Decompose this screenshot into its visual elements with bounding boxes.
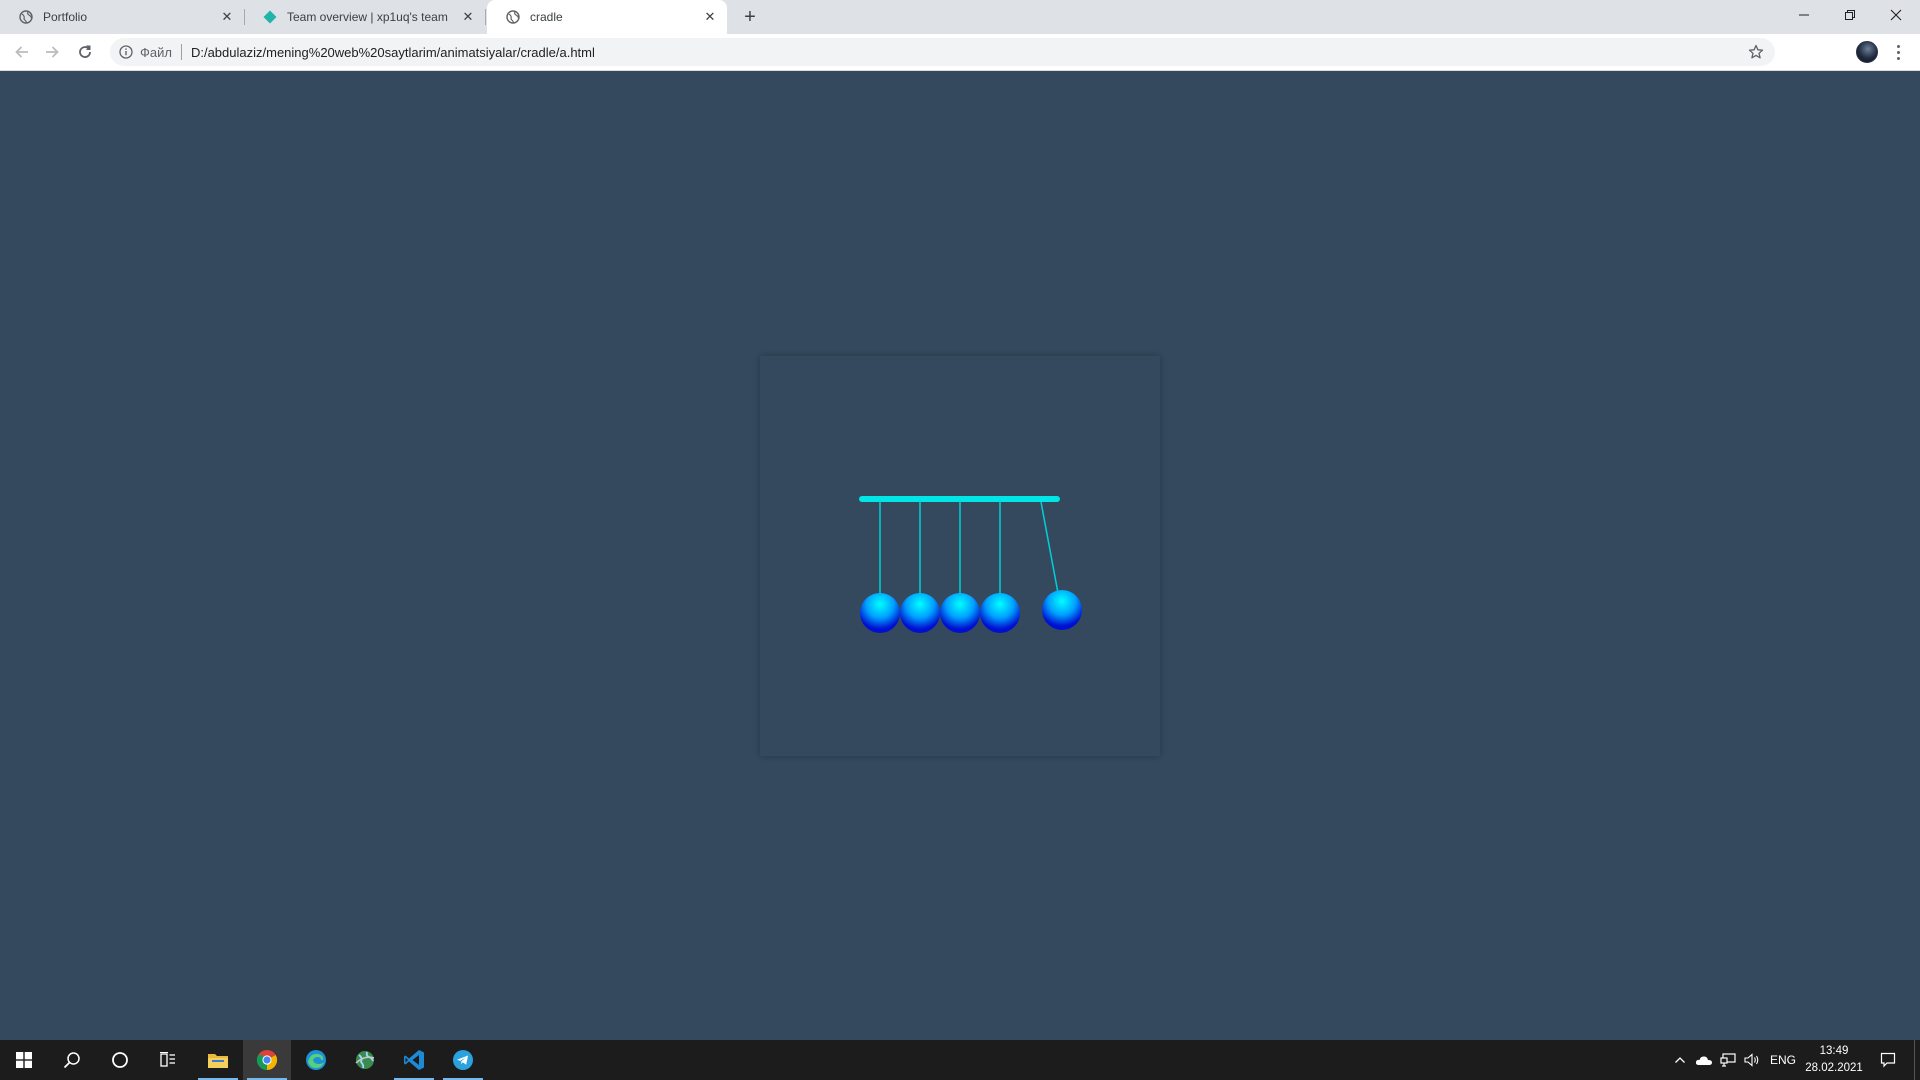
close-icon[interactable] xyxy=(1873,0,1919,30)
omnibox-divider xyxy=(180,44,182,60)
netlify-icon xyxy=(262,9,278,25)
chrome-icon[interactable] xyxy=(243,1040,291,1080)
tab-title: cradle xyxy=(530,10,563,24)
tab-title: Portfolio xyxy=(43,10,88,24)
chevron-up-icon[interactable] xyxy=(1670,1040,1690,1080)
close-icon[interactable]: ✕ xyxy=(701,8,719,26)
tab-strip: Portfolio ✕ Team overview | xp1uq's team… xyxy=(0,0,1920,34)
cortana-icon[interactable] xyxy=(96,1040,144,1080)
vscode-icon[interactable] xyxy=(390,1040,438,1080)
plus-icon[interactable]: + xyxy=(738,5,762,29)
cradle-ball-5 xyxy=(1040,501,1082,630)
onedrive-icon[interactable] xyxy=(1693,1040,1715,1080)
globe-icon xyxy=(505,9,521,25)
globe-app-icon[interactable] xyxy=(341,1040,389,1080)
tab-team-overview[interactable]: Team overview | xp1uq's team ✕ xyxy=(244,0,486,34)
newtons-cradle xyxy=(859,496,1082,633)
task-view-icon[interactable] xyxy=(144,1040,192,1080)
cradle-container xyxy=(760,356,1160,756)
tab-cradle[interactable]: cradle ✕ xyxy=(487,0,727,34)
windows-icon[interactable] xyxy=(0,1040,48,1080)
restore-icon[interactable] xyxy=(1827,0,1873,30)
file-chip: Файл xyxy=(140,44,172,60)
network-icon[interactable] xyxy=(1717,1040,1739,1080)
edge-icon[interactable] xyxy=(292,1040,340,1080)
telegram-icon[interactable] xyxy=(439,1040,487,1080)
clock-date: 28.02.2021 xyxy=(1805,1062,1863,1074)
info-icon[interactable] xyxy=(118,44,134,60)
cradle-ball-1 xyxy=(860,499,900,633)
show-desktop-button[interactable] xyxy=(1914,1040,1915,1080)
more-menu-icon[interactable] xyxy=(1888,40,1908,64)
reload-icon[interactable] xyxy=(71,38,99,66)
minimize-icon[interactable] xyxy=(1781,0,1827,30)
folder-icon[interactable] xyxy=(194,1040,242,1080)
forward-arrow-icon[interactable] xyxy=(38,38,66,66)
clock[interactable]: 13:49 28.02.2021 xyxy=(1800,1043,1868,1077)
close-icon[interactable]: ✕ xyxy=(218,8,236,26)
cradle-ball-3 xyxy=(940,499,980,633)
globe-icon xyxy=(18,9,34,25)
clock-time: 13:49 xyxy=(1819,1045,1849,1057)
language-indicator[interactable]: ENG xyxy=(1766,1040,1800,1080)
tab-separator xyxy=(485,9,486,25)
taskbar: ENG 13:49 28.02.2021 xyxy=(0,1040,1920,1080)
browser-toolbar: Файл D:/abdulaziz/mening%20web%20saytlar… xyxy=(0,34,1920,71)
volume-icon[interactable] xyxy=(1741,1040,1763,1080)
cradle-ball-4 xyxy=(980,499,1020,633)
address-bar[interactable]: Файл D:/abdulaziz/mening%20web%20saytlar… xyxy=(110,38,1775,66)
tab-title: Team overview | xp1uq's team xyxy=(287,10,448,24)
url-text: D:/abdulaziz/mening%20web%20saytlarim/an… xyxy=(190,44,595,60)
tab-portfolio[interactable]: Portfolio ✕ xyxy=(0,0,245,34)
notification-icon[interactable] xyxy=(1872,1040,1904,1080)
back-arrow-icon[interactable] xyxy=(8,38,36,66)
search-icon[interactable] xyxy=(48,1040,96,1080)
cradle-ball-2 xyxy=(900,499,940,633)
star-icon[interactable] xyxy=(1747,43,1765,61)
avatar[interactable] xyxy=(1856,41,1878,63)
close-icon[interactable]: ✕ xyxy=(459,8,477,26)
